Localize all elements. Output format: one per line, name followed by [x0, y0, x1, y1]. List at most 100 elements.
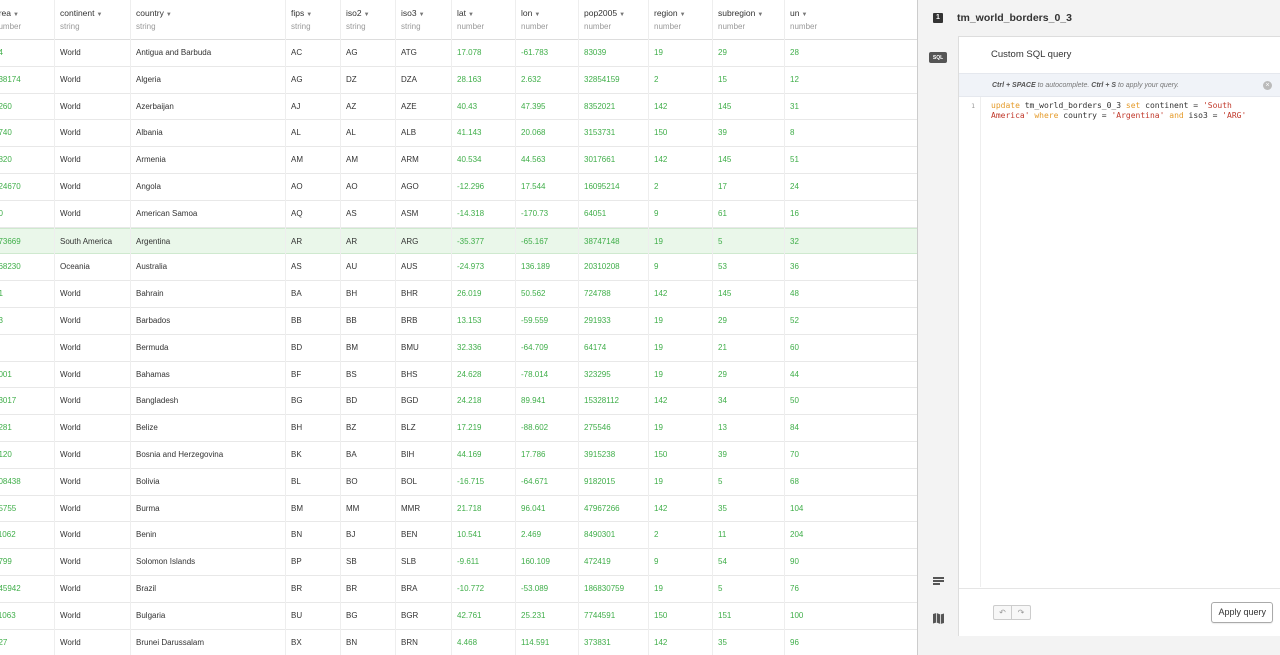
cell-subregion[interactable]: 145	[718, 281, 731, 307]
cell-pop2005[interactable]: 83039	[584, 40, 606, 66]
cell-pop2005[interactable]: 15328112	[584, 388, 619, 414]
cell-iso3[interactable]: AGO	[401, 174, 419, 200]
cell-lat[interactable]: 32.336	[457, 335, 481, 361]
cell-subregion[interactable]: 5	[718, 229, 722, 255]
cell-subregion[interactable]: 29	[718, 362, 727, 388]
cell-region[interactable]: 9	[654, 549, 658, 575]
cell-region[interactable]: 142	[654, 388, 667, 414]
cell-subregion[interactable]: 17	[718, 174, 727, 200]
table-row[interactable]: 11062 World Benin BN BJ BEN 10.541 2.469 8490301…	[0, 522, 917, 550]
cell-iso2[interactable]: AS	[346, 201, 357, 227]
cell-continent[interactable]: World	[60, 67, 81, 93]
cell-continent[interactable]: World	[60, 469, 81, 495]
column-header-iso3[interactable]: iso3 ▼ string	[401, 0, 425, 40]
cell-region[interactable]: 150	[654, 442, 667, 468]
cell-area[interactable]: 11062	[0, 522, 16, 548]
cell-region[interactable]: 19	[654, 415, 663, 441]
cell-lon[interactable]: 47.395	[521, 94, 545, 120]
cell-region[interactable]: 19	[654, 362, 663, 388]
table-row[interactable]: 768230 Oceania Australia AS AU AUS -24.973 136.…	[0, 254, 917, 282]
cell-iso2[interactable]: BM	[346, 335, 358, 361]
cell-continent[interactable]: South America	[60, 229, 112, 255]
cell-un[interactable]: 36	[790, 254, 799, 280]
cell-area[interactable]: 2799	[0, 549, 12, 575]
cell-lon[interactable]: 114.591	[521, 630, 549, 655]
table-row[interactable]: 2799 World Solomon Islands BP SB SLB -9.611 160…	[0, 549, 917, 576]
cell-pop2005[interactable]: 32854159	[584, 67, 620, 93]
column-header-area[interactable]: area▼ number	[0, 0, 21, 40]
cell-pop2005[interactable]: 186830759	[584, 576, 624, 602]
cell-lon[interactable]: -64.671	[521, 469, 548, 495]
cell-iso2[interactable]: BO	[346, 469, 358, 495]
table-row[interactable]: 43 World Barbados BB BB BRB 13.153 -59.559 29193…	[0, 308, 917, 335]
cell-region[interactable]: 19	[654, 469, 663, 495]
cell-un[interactable]: 76	[790, 576, 799, 602]
cell-continent[interactable]: World	[60, 576, 81, 602]
chevron-down-icon[interactable]: ▼	[468, 12, 474, 18]
cell-un[interactable]: 70	[790, 442, 799, 468]
cell-country[interactable]: Brazil	[136, 576, 156, 602]
cell-subregion[interactable]: 29	[718, 308, 727, 334]
table-row[interactable]: 5120 World Bosnia and Herzegovina BK BA BIH 44…	[0, 442, 917, 469]
cell-iso3[interactable]: BMU	[401, 335, 419, 361]
cell-area[interactable]: 2820	[0, 147, 12, 173]
cell-iso3[interactable]: BHR	[401, 281, 418, 307]
table-row[interactable]: 1001 World Bahamas BF BS BHS 24.628 -78.014 3232…	[0, 362, 917, 389]
table-row[interactable]: 124670 World Angola AO AO AGO -12.296 17.544 160…	[0, 174, 917, 201]
cell-pop2005[interactable]: 8352021	[584, 94, 615, 120]
cell-lon[interactable]: -88.602	[521, 415, 548, 441]
cell-iso2[interactable]: BD	[346, 388, 357, 414]
table-row[interactable]: 5WorldBermudaBDBMBMU32.336-64.7096417419…	[0, 335, 917, 362]
cell-continent[interactable]: World	[60, 603, 81, 629]
cell-area[interactable]: 43	[0, 308, 3, 334]
cell-subregion[interactable]: 61	[718, 201, 727, 227]
cell-fips[interactable]: AQ	[291, 201, 303, 227]
cell-fips[interactable]: AC	[291, 40, 302, 66]
cell-iso2[interactable]: BS	[346, 362, 357, 388]
cell-iso3[interactable]: BGD	[401, 388, 418, 414]
chevron-down-icon[interactable]: ▼	[757, 12, 763, 18]
column-header-pop2005[interactable]: pop2005 ▼ number	[584, 0, 625, 40]
cell-un[interactable]: 48	[790, 281, 799, 307]
cell-iso3[interactable]: BIH	[401, 442, 414, 468]
cell-pop2005[interactable]: 20310208	[584, 254, 620, 280]
cell-region[interactable]: 150	[654, 120, 667, 146]
column-header-continent[interactable]: continent ▼ string	[60, 0, 102, 40]
column-header-un[interactable]: un ▼ number	[790, 0, 817, 40]
cell-pop2005[interactable]: 3153731	[584, 120, 615, 146]
cell-region[interactable]: 150	[654, 603, 667, 629]
cell-continent[interactable]: World	[60, 549, 81, 575]
cell-country[interactable]: Antigua and Barbuda	[136, 40, 211, 66]
chevron-down-icon[interactable]: ▼	[97, 12, 103, 18]
cell-subregion[interactable]: 54	[718, 549, 727, 575]
cell-pop2005[interactable]: 8490301	[584, 522, 615, 548]
cell-area[interactable]: 238174	[0, 67, 21, 93]
cell-subregion[interactable]: 39	[718, 120, 727, 146]
cell-iso3[interactable]: SLB	[401, 549, 416, 575]
cell-fips[interactable]: AS	[291, 254, 302, 280]
table-row[interactable]: 13017 World Bangladesh BG BD BGD 24.218 89.941 1…	[0, 388, 917, 416]
table-row[interactable]: 273669 South America Argentina AR AR ARG -35.3…	[0, 227, 917, 255]
cell-un[interactable]: 50	[790, 388, 799, 414]
column-header-region[interactable]: region ▼ number	[654, 0, 686, 40]
cell-un[interactable]: 24	[790, 174, 799, 200]
cell-subregion[interactable]: 39	[718, 442, 727, 468]
cell-region[interactable]: 2	[654, 67, 658, 93]
cell-country[interactable]: Barbados	[136, 308, 170, 334]
cell-country[interactable]: Argentina	[136, 229, 170, 255]
cell-iso2[interactable]: BG	[346, 603, 358, 629]
table-row[interactable]: 845942 World Brazil BR BR BRA -10.772 -53.089 18…	[0, 576, 917, 603]
cell-iso2[interactable]: AM	[346, 147, 358, 173]
cell-lon[interactable]: 160.109	[521, 549, 550, 575]
cell-area[interactable]: 273669	[0, 229, 21, 255]
cell-subregion[interactable]: 35	[718, 630, 727, 655]
cell-lat[interactable]: 21.718	[457, 496, 481, 522]
cell-country[interactable]: Solomon Islands	[136, 549, 195, 575]
cell-country[interactable]: Bahamas	[136, 362, 170, 388]
column-header-subregion[interactable]: subregion ▼ number	[718, 0, 763, 40]
cell-pop2005[interactable]: 291933	[584, 308, 611, 334]
cell-region[interactable]: 19	[654, 229, 663, 255]
chevron-down-icon[interactable]: ▼	[801, 12, 807, 18]
rows-icon[interactable]	[933, 577, 944, 587]
cell-continent[interactable]: World	[60, 201, 81, 227]
